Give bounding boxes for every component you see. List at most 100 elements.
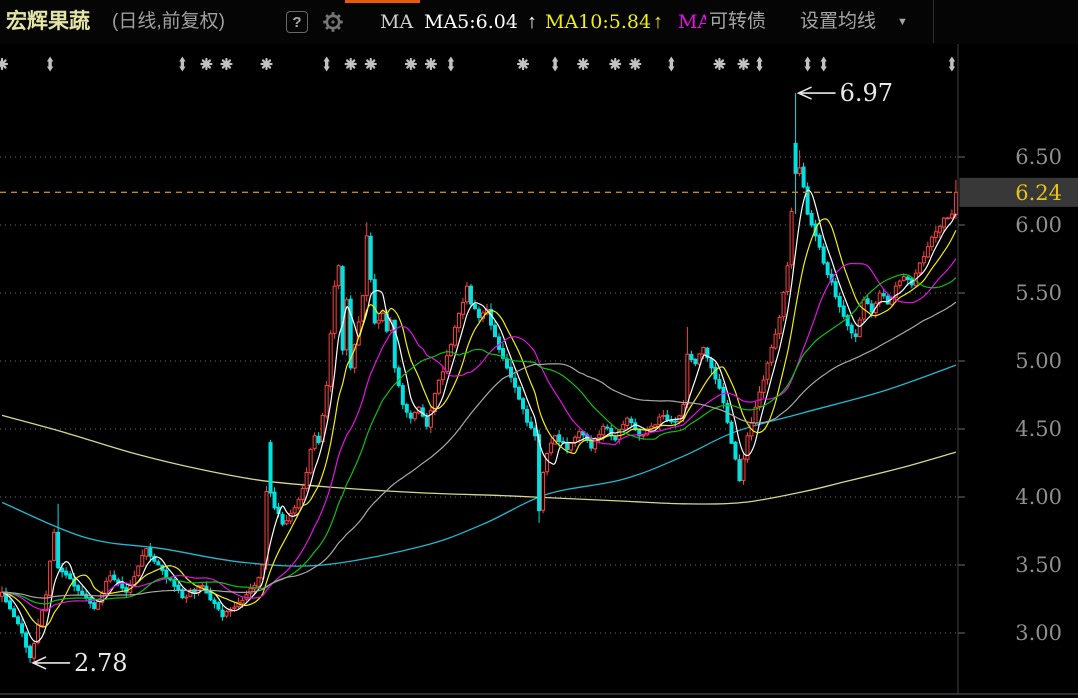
event-star-icon[interactable]: [366, 59, 376, 69]
candle-up: [41, 611, 44, 626]
candlestick-chart-canvas[interactable]: 6.506.005.505.004.504.003.503.006.246.97…: [0, 44, 1078, 698]
candle-down: [522, 399, 525, 409]
candle-up: [626, 418, 629, 425]
candle-down: [81, 591, 84, 595]
candle-up: [578, 432, 581, 438]
candle-down: [738, 460, 741, 481]
candle-up: [145, 549, 148, 556]
axis-label: 4.50: [1015, 417, 1062, 441]
candle-up: [33, 644, 36, 659]
candle-down: [850, 325, 853, 333]
candle-up: [642, 435, 645, 436]
candle-down: [734, 442, 737, 459]
candle-down: [113, 575, 116, 579]
candle-up: [934, 232, 937, 238]
candle-up: [453, 327, 456, 345]
event-star-icon[interactable]: [738, 59, 748, 69]
candle-down: [518, 387, 521, 399]
candle-up: [686, 354, 689, 404]
candle-down: [209, 592, 212, 599]
candle-up: [658, 417, 661, 424]
candle-up: [445, 356, 448, 372]
candle-up: [105, 581, 108, 593]
candle-down: [273, 492, 276, 508]
candle-up: [413, 412, 416, 418]
candle-down: [906, 277, 909, 279]
candle-up: [141, 555, 144, 566]
event-star-icon[interactable]: [714, 59, 724, 69]
axis-label: 3.00: [1015, 621, 1062, 645]
candle-up: [946, 218, 949, 219]
candle-down: [630, 419, 633, 422]
candle-down: [558, 435, 561, 442]
candle-up: [329, 334, 332, 386]
help-button[interactable]: ?: [286, 11, 308, 33]
event-star-icon[interactable]: [201, 59, 211, 69]
candle-up: [902, 277, 905, 281]
candle-up: [898, 281, 901, 285]
candle-up: [241, 600, 244, 603]
candle-down: [818, 235, 821, 247]
candle-down: [694, 359, 697, 364]
ma5-up-arrow-icon: ↑: [527, 0, 537, 44]
candle-down: [149, 548, 152, 556]
candle-up: [293, 508, 296, 513]
candle-up: [938, 226, 941, 232]
event-star-icon[interactable]: [221, 59, 231, 69]
axis-label: 6.50: [1015, 145, 1062, 169]
ma-legend-prefix: MA: [380, 0, 413, 44]
event-star-icon[interactable]: [406, 59, 416, 69]
candle-up: [233, 607, 236, 608]
candle-down: [17, 617, 20, 624]
event-star-icon[interactable]: [578, 59, 588, 69]
candle-down: [61, 568, 64, 572]
candle-down: [213, 600, 216, 603]
candle-down: [9, 601, 12, 609]
candle-up: [786, 266, 789, 292]
convertible-bond-button[interactable]: 可转债: [706, 0, 769, 44]
event-star-icon[interactable]: [610, 59, 620, 69]
candle-down: [477, 309, 480, 317]
candle-down: [534, 428, 537, 436]
candle-down: [317, 436, 320, 442]
candle-up: [185, 597, 188, 598]
candle-down: [886, 296, 889, 304]
candle-down: [489, 309, 492, 325]
candle-up: [622, 424, 625, 429]
axis-label: 5.50: [1015, 281, 1062, 305]
candle-down: [93, 603, 96, 609]
candle-up: [950, 214, 953, 218]
candle-up: [97, 601, 100, 609]
candle-down: [882, 294, 885, 296]
candle-down: [802, 167, 805, 187]
gear-icon[interactable]: [322, 11, 344, 33]
event-star-icon[interactable]: [426, 59, 436, 69]
event-star-icon[interactable]: [346, 59, 356, 69]
event-star-icon[interactable]: [630, 59, 640, 69]
current-price-tag: 6.24: [960, 178, 1078, 207]
candle-down: [730, 422, 733, 443]
candle-up: [954, 192, 957, 214]
axis-label: 6.00: [1015, 213, 1062, 237]
candle-up: [465, 286, 468, 302]
candle-down: [373, 280, 376, 323]
candle-up: [449, 345, 452, 356]
candle-down: [710, 359, 713, 368]
candle-down: [810, 214, 813, 226]
svg-text:6.24: 6.24: [1015, 181, 1062, 205]
candle-up: [297, 500, 300, 508]
ma10-up-arrow-icon: ↑: [653, 0, 663, 44]
candle-down: [217, 603, 220, 609]
svg-text:2.78: 2.78: [74, 649, 127, 677]
candle-up: [918, 263, 921, 273]
candle-down: [722, 387, 725, 402]
event-star-icon[interactable]: [262, 59, 272, 69]
set-ma-button[interactable]: 设置均线: [800, 0, 876, 44]
event-star-icon[interactable]: [518, 59, 528, 69]
ma10-legend: MA10:5.84: [545, 0, 651, 44]
candle-down: [690, 354, 693, 359]
candle-down: [69, 574, 72, 579]
chevron-down-icon[interactable]: ▼: [897, 0, 908, 44]
candle-up: [770, 347, 773, 362]
candle-down: [369, 236, 372, 279]
